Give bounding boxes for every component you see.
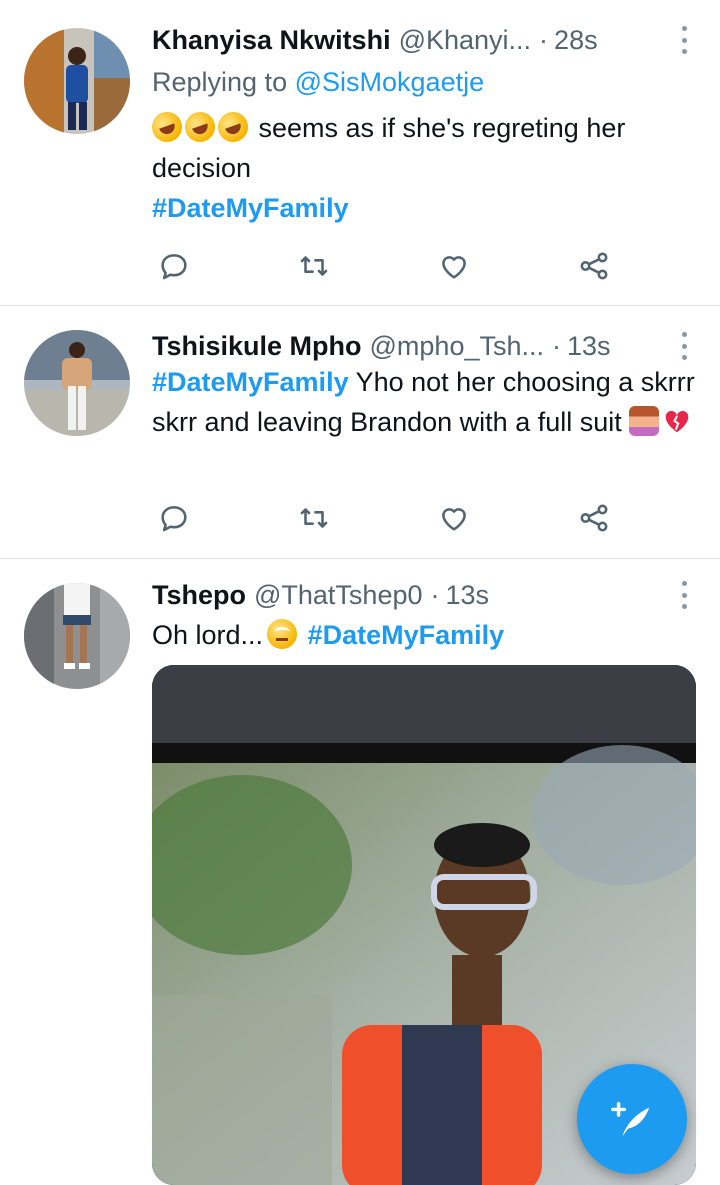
user-handle[interactable]: @ThatTshep0 bbox=[254, 580, 423, 611]
timestamp[interactable]: 28s bbox=[554, 25, 598, 56]
tweet-header: Khanyisa Nkwitshi @Khanyi... · 28s bbox=[152, 20, 702, 60]
tweet-text: Oh lord... #DateMyFamily bbox=[152, 615, 696, 655]
reply-icon[interactable] bbox=[154, 246, 194, 286]
rolling-laughing-emoji bbox=[180, 107, 220, 147]
rolling-laughing-emoji bbox=[213, 107, 253, 147]
hashtag-link[interactable]: #DateMyFamily bbox=[152, 193, 349, 223]
more-icon[interactable] bbox=[676, 24, 692, 56]
reply-prefix: Replying to bbox=[152, 67, 288, 97]
share-icon[interactable] bbox=[574, 246, 614, 286]
tweet-header: Tshisikule Mpho @mpho_Tsh... · 13s bbox=[152, 326, 702, 366]
tweet-body: Oh lord... bbox=[152, 620, 264, 650]
tweet-header: Tshepo @ThatTshep0 · 13s bbox=[152, 575, 702, 615]
reply-to-link[interactable]: @SisMokgaetje bbox=[295, 67, 485, 97]
timestamp[interactable]: 13s bbox=[567, 331, 611, 362]
reply-icon[interactable] bbox=[154, 498, 194, 538]
tweet-actions bbox=[152, 498, 622, 538]
separator: · bbox=[539, 24, 549, 55]
avatar[interactable] bbox=[24, 330, 130, 436]
display-name[interactable]: Tshisikule Mpho bbox=[152, 331, 362, 362]
tweet-text: #DateMyFamily Yho not her choosing a skr… bbox=[152, 362, 696, 442]
avatar[interactable] bbox=[24, 28, 130, 134]
more-icon[interactable] bbox=[676, 579, 692, 611]
retweet-icon[interactable] bbox=[294, 498, 334, 538]
separator: · bbox=[430, 579, 440, 610]
hashtag-link[interactable]: #DateMyFamily bbox=[308, 620, 505, 650]
reply-context: Replying to @SisMokgaetje bbox=[152, 62, 696, 102]
like-icon[interactable] bbox=[434, 246, 474, 286]
more-icon[interactable] bbox=[676, 330, 692, 362]
compose-tweet-button[interactable] bbox=[577, 1064, 687, 1174]
rolling-laughing-emoji bbox=[147, 107, 187, 147]
avatar[interactable] bbox=[24, 583, 130, 689]
facepalm-emoji bbox=[629, 406, 660, 436]
broken-heart-emoji bbox=[662, 406, 692, 436]
retweet-icon[interactable] bbox=[294, 246, 334, 286]
user-handle[interactable]: @Khanyi... bbox=[399, 25, 531, 56]
separator: · bbox=[552, 330, 562, 361]
share-icon[interactable] bbox=[574, 498, 614, 538]
tweet-text: seems as if she's regreting her decision bbox=[147, 107, 696, 188]
timestamp[interactable]: 13s bbox=[446, 580, 490, 611]
rolling-eyes-emoji bbox=[267, 619, 298, 649]
compose-tweet-icon bbox=[611, 1101, 650, 1137]
like-icon[interactable] bbox=[434, 498, 474, 538]
tweet-2[interactable]: Tshisikule Mpho @mpho_Tsh... · 13s #Date… bbox=[0, 306, 720, 559]
user-handle[interactable]: @mpho_Tsh... bbox=[370, 331, 545, 362]
tweet-1[interactable]: Khanyisa Nkwitshi @Khanyi... · 28s Reply… bbox=[0, 0, 720, 306]
tweet-actions bbox=[152, 246, 622, 286]
display-name[interactable]: Khanyisa Nkwitshi bbox=[152, 25, 391, 56]
hashtag-link[interactable]: #DateMyFamily bbox=[152, 367, 349, 397]
display-name[interactable]: Tshepo bbox=[152, 580, 246, 611]
hashtag-line: #DateMyFamily bbox=[152, 188, 696, 228]
